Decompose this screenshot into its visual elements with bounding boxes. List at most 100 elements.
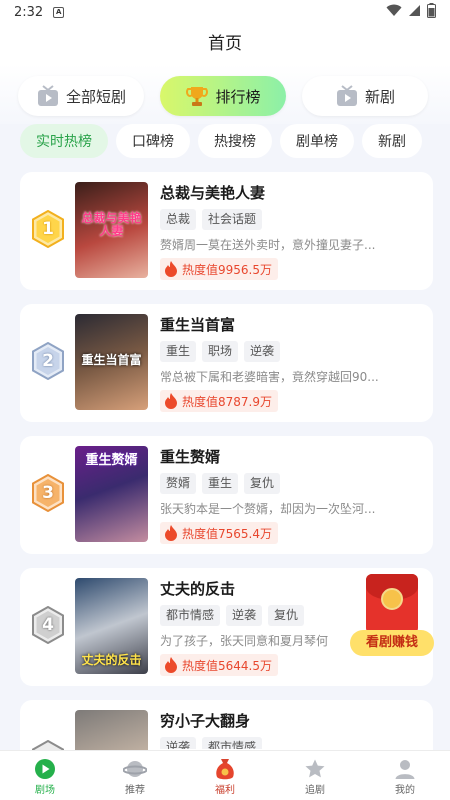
rank-badge: 2 xyxy=(31,341,65,381)
item-description: 赘婿周一莫在送外卖时，意外撞见妻子... xyxy=(160,238,376,252)
poster-image[interactable]: 重生当首富 xyxy=(75,314,148,410)
item-title: 穷小子大翻身 xyxy=(160,712,251,730)
poster-title: 重生赘婿 xyxy=(85,453,138,468)
red-packet-icon xyxy=(366,574,418,634)
red-packet-float-button[interactable]: 看剧赚钱 xyxy=(350,574,434,658)
flame-icon xyxy=(164,261,178,277)
tag: 重生 xyxy=(160,341,197,362)
tag: 逆袭 xyxy=(244,341,281,362)
poster-image[interactable]: 总裁与美艳人妻 xyxy=(75,182,148,278)
subtab-playlist[interactable]: 剧单榜 xyxy=(280,124,354,158)
nav-label: 推荐 xyxy=(125,785,145,796)
item-info: 总裁与美艳人妻 总裁 社会话题 赘婿周一莫在送外卖时，意外撞见妻子... 热度值… xyxy=(160,182,420,281)
rank-number: 4 xyxy=(42,615,54,635)
tag: 总裁 xyxy=(160,209,197,230)
item-title: 总裁与美艳人妻 xyxy=(160,184,266,202)
nav-label: 剧场 xyxy=(35,785,55,796)
status-time: 2:32 xyxy=(14,4,44,20)
main-tabs: 全部短剧 排行榜 新剧 xyxy=(0,64,450,124)
battery-icon xyxy=(427,2,436,22)
heat-value: 热度值7565.4万 xyxy=(182,526,272,541)
nav-label: 追剧 xyxy=(305,785,325,796)
tab-label: 新剧 xyxy=(364,87,395,106)
play-circle-icon xyxy=(34,757,56,781)
tv-icon xyxy=(36,84,60,108)
status-right xyxy=(386,2,436,22)
item-description: 常总被下属和老婆暗害，竟然穿越回90... xyxy=(160,370,379,384)
item-info: 重生赘婿 赘婿 重生 复仇 张天豹本是一个赘婿，却因为一次坠河... 热度值75… xyxy=(160,446,420,545)
nav-label: 福利 xyxy=(215,785,235,796)
item-tags: 赘婿 重生 复仇 xyxy=(160,473,420,495)
flame-icon xyxy=(164,657,178,673)
item-tags: 重生 职场 逆袭 xyxy=(160,341,420,363)
notification-icon: A xyxy=(53,6,65,18)
item-info: 重生当首富 重生 职场 逆袭 常总被下属和老婆暗害，竟然穿越回90... 热度值… xyxy=(160,314,420,413)
poster-image[interactable]: 重生赘婿 xyxy=(75,446,148,542)
rank-number: 3 xyxy=(42,483,54,503)
list-item[interactable]: 2 重生当首富 重生当首富 重生 职场 逆袭 常总被下属和老婆暗害，竟然穿越回9… xyxy=(20,304,433,422)
signal-icon xyxy=(408,4,421,21)
watch-earn-label: 看剧赚钱 xyxy=(350,630,434,656)
nav-theater[interactable]: 剧场 xyxy=(0,751,90,800)
nav-label: 我的 xyxy=(395,785,415,796)
sub-tabs: 实时热榜 口碑榜 热搜榜 剧单榜 新剧 xyxy=(0,124,450,164)
tag: 复仇 xyxy=(268,605,305,626)
poster-title: 总裁与美艳人妻 xyxy=(81,211,142,238)
item-title: 重生当首富 xyxy=(160,316,236,334)
flame-icon xyxy=(164,525,178,541)
rank-number: 1 xyxy=(42,219,54,239)
nav-recommend[interactable]: 推荐 xyxy=(90,751,180,800)
flame-icon xyxy=(164,393,178,409)
poster-title: 重生当首富 xyxy=(81,353,142,367)
poster-image[interactable]: 丈夫的反击 xyxy=(75,578,148,674)
subtab-realtime-hot[interactable]: 实时热榜 xyxy=(20,124,108,158)
heat-badge: 热度值8787.9万 xyxy=(160,390,278,412)
list-item[interactable]: 1 总裁与美艳人妻 总裁与美艳人妻 总裁 社会话题 赘婿周一莫在送外卖时，意外撞… xyxy=(20,172,433,290)
wifi-icon xyxy=(386,4,402,21)
user-icon xyxy=(394,757,416,781)
tab-all-dramas[interactable]: 全部短剧 xyxy=(18,76,144,116)
tab-ranking[interactable]: 排行榜 xyxy=(160,76,286,116)
planet-icon xyxy=(123,757,147,781)
tag: 职场 xyxy=(202,341,239,362)
heat-value: 热度值8787.9万 xyxy=(182,394,272,409)
heat-badge: 热度值9956.5万 xyxy=(160,258,278,280)
heat-value: 热度值5644.5万 xyxy=(182,658,272,673)
tv-icon xyxy=(335,84,359,108)
money-bag-icon xyxy=(214,757,236,781)
tag: 重生 xyxy=(202,473,239,494)
heat-badge: 热度值5644.5万 xyxy=(160,654,278,676)
list-item[interactable]: 3 重生赘婿 重生赘婿 赘婿 重生 复仇 张天豹本是一个赘婿，却因为一次坠河..… xyxy=(20,436,433,554)
tag: 社会话题 xyxy=(202,209,263,230)
subtab-hot-search[interactable]: 热搜榜 xyxy=(198,124,272,158)
tab-label: 排行榜 xyxy=(215,87,261,106)
item-tags: 总裁 社会话题 xyxy=(160,209,420,231)
tab-label: 全部短剧 xyxy=(65,87,126,106)
item-title: 重生赘婿 xyxy=(160,448,221,466)
rank-badge: 3 xyxy=(31,473,65,513)
heat-value: 热度值9956.5万 xyxy=(182,262,272,277)
tag: 逆袭 xyxy=(226,605,263,626)
nav-following[interactable]: 追剧 xyxy=(270,751,360,800)
rank-badge: 1 xyxy=(31,209,65,249)
subtab-reputation[interactable]: 口碑榜 xyxy=(116,124,190,158)
tab-new-dramas[interactable]: 新剧 xyxy=(302,76,428,116)
status-bar: 2:32 A xyxy=(0,0,450,24)
item-description: 张天豹本是一个赘婿，却因为一次坠河... xyxy=(160,502,376,516)
rank-number: 2 xyxy=(42,351,54,371)
star-icon xyxy=(304,757,326,781)
tag: 逆袭 xyxy=(160,737,197,749)
tag: 赘婿 xyxy=(160,473,197,494)
bottom-nav: 剧场 推荐 福利 追剧 我的 xyxy=(0,750,450,800)
item-tags: 逆袭 都市情感 xyxy=(160,737,420,749)
tag: 都市情感 xyxy=(202,737,263,749)
tag: 都市情感 xyxy=(160,605,221,626)
heat-badge: 热度值7565.4万 xyxy=(160,522,278,544)
tag: 复仇 xyxy=(244,473,281,494)
nav-welfare[interactable]: 福利 xyxy=(180,751,270,800)
nav-profile[interactable]: 我的 xyxy=(360,751,450,800)
item-info: 穷小子大翻身 逆袭 都市情感 xyxy=(160,710,420,749)
rank-badge: 4 xyxy=(31,605,65,645)
trophy-icon xyxy=(185,84,209,108)
subtab-new[interactable]: 新剧 xyxy=(362,124,422,158)
